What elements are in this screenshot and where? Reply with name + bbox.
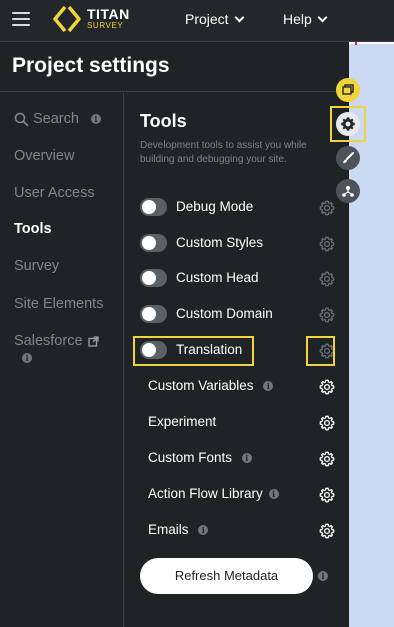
tool-label[interactable]: Experiment	[148, 414, 216, 429]
canvas-marker	[355, 42, 357, 45]
chevron-down-icon	[317, 12, 328, 22]
project-menu-button[interactable]: Project	[185, 11, 245, 27]
pages-icon	[342, 84, 354, 95]
refresh-metadata-button[interactable]: Refresh Metadata	[140, 558, 313, 594]
custom-head-toggle[interactable]	[140, 269, 167, 287]
tool-label: Debug Mode	[176, 199, 254, 214]
gear-icon[interactable]	[319, 236, 335, 252]
tool-label[interactable]: Custom Fonts i	[148, 450, 252, 465]
gear-icon[interactable]	[319, 307, 335, 323]
info-icon[interactable]: i	[241, 453, 252, 463]
settings-sidebar: Search i Overview User Access Tools Surv…	[0, 93, 124, 627]
sidebar-item-label: Salesforce	[14, 333, 83, 349]
tool-row-custom-head: Custom Head	[140, 267, 335, 291]
top-bar: TITAN SURVEY Project Help	[0, 0, 394, 42]
flow-icon	[342, 186, 354, 197]
section-title: Tools	[140, 111, 187, 131]
project-menu-label: Project	[185, 11, 229, 27]
tool-label-text: Experiment	[148, 414, 217, 429]
app-product: SURVEY	[87, 21, 124, 30]
style-button[interactable]	[336, 146, 360, 170]
info-icon[interactable]: i	[90, 114, 101, 124]
tool-label-text: Emails	[148, 522, 189, 537]
tool-label: Custom Domain	[176, 306, 273, 321]
tool-label: Custom Styles	[176, 235, 264, 250]
external-link-icon	[87, 335, 99, 347]
chevron-down-icon	[234, 12, 245, 22]
tool-label-text: Action Flow Library	[148, 486, 263, 501]
tool-row-emails: Emails i	[140, 519, 335, 543]
info-icon[interactable]: i	[318, 571, 328, 581]
app-name: TITAN	[87, 6, 130, 22]
settings-button[interactable]	[336, 112, 360, 136]
gear-icon[interactable]	[319, 487, 335, 503]
section-description: Development tools to assist you while bu…	[140, 140, 307, 165]
hamburger-icon[interactable]	[12, 12, 30, 26]
pages-button[interactable]	[336, 78, 360, 102]
tool-row-custom-variables: Custom Variables i	[140, 375, 335, 399]
translation-highlight	[133, 336, 254, 366]
tool-label[interactable]: Emails i	[148, 522, 209, 537]
sidebar-item-salesforce[interactable]: Salesforce	[14, 333, 99, 349]
sidebar-item-overview[interactable]: Overview	[14, 148, 74, 164]
custom-domain-toggle[interactable]	[140, 305, 167, 323]
sidebar-item-tools[interactable]: Tools	[14, 221, 52, 237]
gear-icon[interactable]	[319, 271, 335, 287]
tool-row-custom-fonts: Custom Fonts i	[140, 447, 335, 471]
tool-label: Custom Head	[176, 270, 259, 285]
gear-icon[interactable]	[319, 379, 335, 395]
info-icon[interactable]: i	[198, 525, 209, 535]
search-icon	[14, 112, 29, 126]
page-title: Project settings	[12, 54, 170, 77]
tool-row-custom-domain: Custom Domain	[140, 303, 335, 327]
titan-logo-icon	[53, 5, 81, 33]
gear-icon[interactable]	[319, 451, 335, 467]
sidebar-item-search[interactable]: Search i	[14, 111, 101, 127]
info-icon[interactable]: i	[268, 489, 279, 499]
tool-label-text: Custom Variables	[148, 378, 254, 393]
info-icon[interactable]: i	[263, 381, 274, 391]
brush-icon	[343, 152, 354, 163]
tool-row-action-flow-library: Action Flow Library i	[140, 483, 335, 507]
sidebar-item-survey[interactable]: Survey	[14, 258, 59, 274]
help-menu-button[interactable]: Help	[283, 11, 328, 27]
panel-header: Project settings	[0, 42, 349, 92]
tool-label[interactable]: Action Flow Library i	[148, 486, 279, 501]
tool-row-experiment: Experiment	[140, 411, 335, 435]
tool-row-debug-mode: Debug Mode	[140, 196, 335, 220]
tools-panel: Tools Development tools to assist you wh…	[125, 93, 349, 627]
sidebar-item-label: Search	[33, 111, 79, 127]
sidebar-item-user-access[interactable]: User Access	[14, 185, 95, 201]
custom-styles-toggle[interactable]	[140, 234, 167, 252]
gear-icon	[341, 117, 355, 131]
tool-row-custom-styles: Custom Styles	[140, 232, 335, 256]
gear-icon[interactable]	[319, 415, 335, 431]
sidebar-item-site-elements[interactable]: Site Elements	[14, 296, 103, 312]
info-icon[interactable]: i	[22, 353, 32, 363]
gear-icon[interactable]	[319, 523, 335, 539]
tool-label-text: Custom Fonts	[148, 450, 233, 465]
translation-gear-highlight	[306, 336, 335, 366]
tool-label[interactable]: Custom Variables i	[148, 378, 274, 393]
debug-mode-toggle[interactable]	[140, 198, 167, 216]
help-menu-label: Help	[283, 11, 312, 27]
tool-rail	[330, 78, 366, 208]
flow-button[interactable]	[336, 179, 360, 203]
